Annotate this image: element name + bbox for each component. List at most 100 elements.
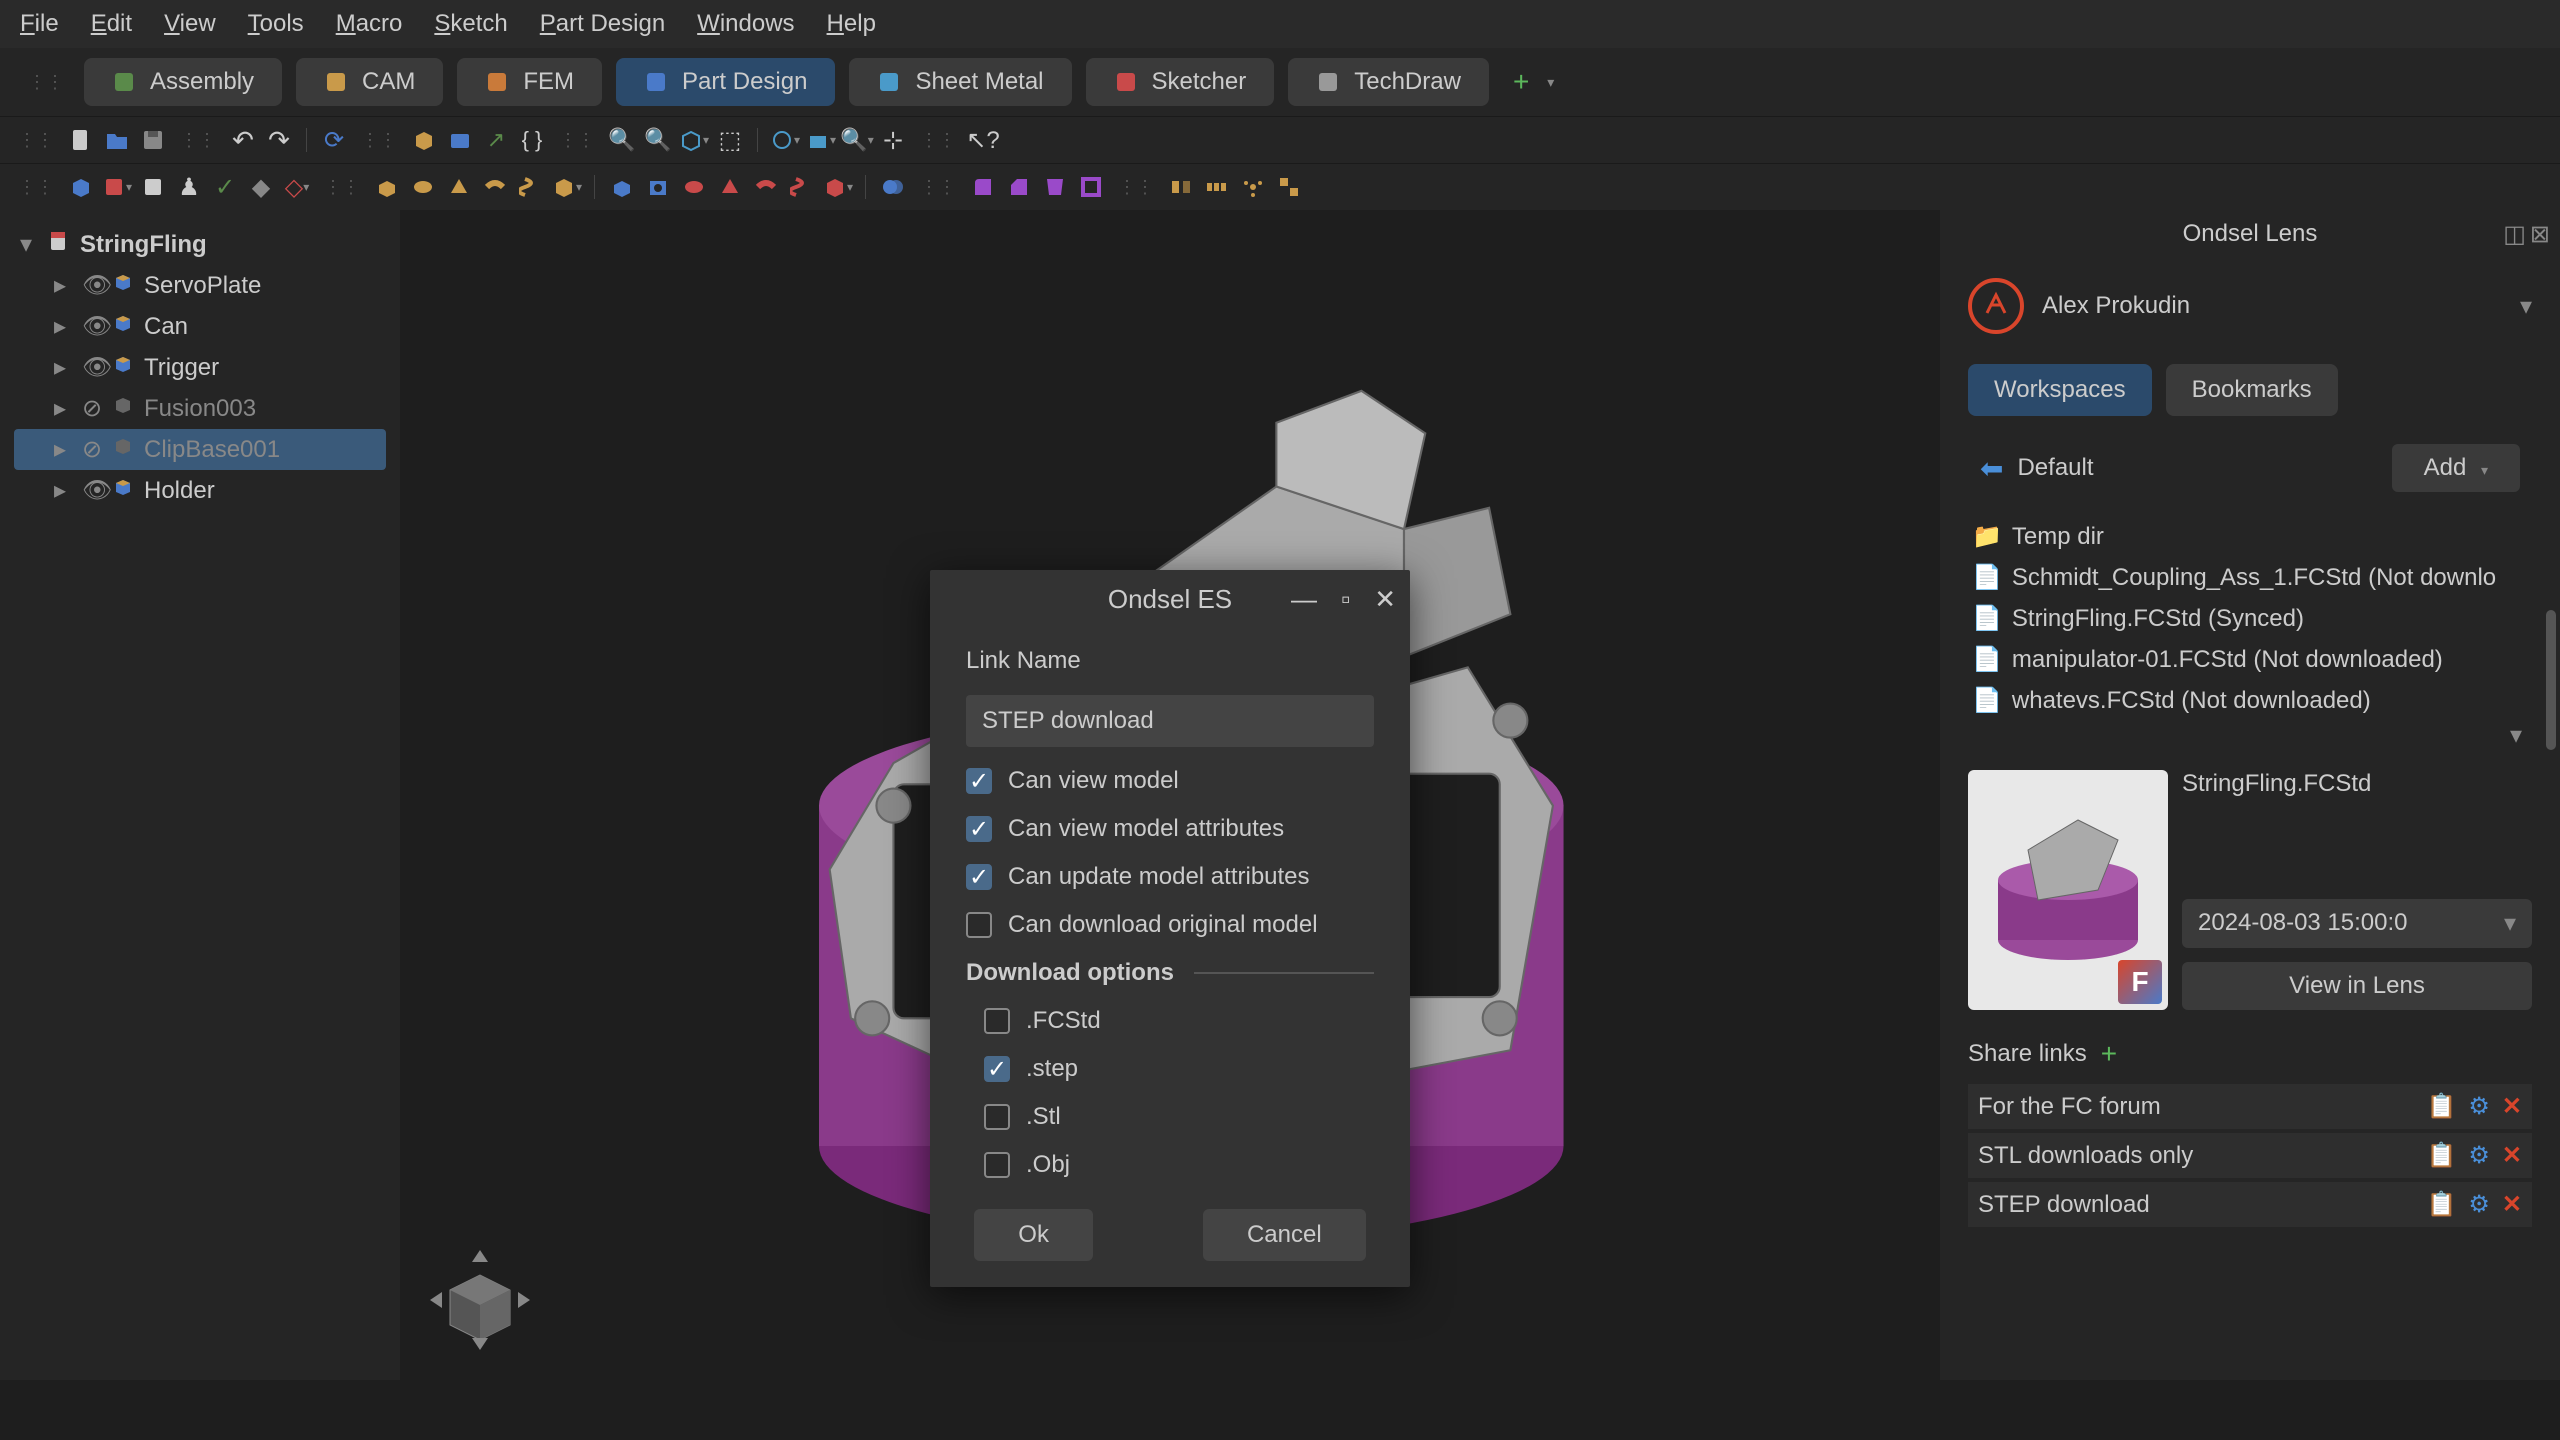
panel-undock-icon[interactable]: ◫	[2503, 220, 2526, 249]
menu-sketch[interactable]: Sketch	[434, 10, 507, 38]
varset-icon[interactable]: { }	[517, 125, 547, 155]
user-dropdown-icon[interactable]: ▾	[2520, 292, 2532, 321]
workbench-tab-sketcher[interactable]: Sketcher	[1086, 58, 1275, 106]
expand-icon[interactable]: ▸	[54, 312, 72, 341]
grip-icon[interactable]: ⋮⋮	[1112, 177, 1160, 198]
save-file-icon[interactable]	[138, 125, 168, 155]
hole-icon[interactable]	[643, 172, 673, 202]
menu-windows[interactable]: Windows	[697, 10, 794, 38]
workbench-tab-cam[interactable]: CAM	[296, 58, 443, 106]
create-body-icon[interactable]	[66, 172, 96, 202]
menu-macro[interactable]: Macro	[336, 10, 403, 38]
additive-primitive-icon[interactable]: ▾	[552, 172, 582, 202]
scrollbar[interactable]	[2546, 610, 2556, 750]
file-preview-thumbnail[interactable]: F	[1968, 770, 2168, 1010]
draw-style-icon[interactable]: ▾	[679, 125, 709, 155]
pipe-icon[interactable]	[480, 172, 510, 202]
workbench-tab-sheet-metal[interactable]: Sheet Metal	[849, 58, 1071, 106]
menu-help[interactable]: Help	[827, 10, 876, 38]
copy-link-icon[interactable]: 📋	[2426, 1092, 2456, 1121]
visibility-icon[interactable]: 👁	[82, 476, 102, 505]
sub-primitive-icon[interactable]: ▾	[823, 172, 853, 202]
add-share-link-button[interactable]: +	[2101, 1038, 2117, 1070]
box-icon[interactable]	[409, 125, 439, 155]
tree-item[interactable]: ▸ 👁 Trigger	[14, 347, 386, 388]
tree-root[interactable]: ▾ StringFling	[14, 224, 386, 265]
expand-more-icon[interactable]: ▾	[1968, 721, 2532, 750]
visibility-icon[interactable]: 👁	[82, 353, 102, 382]
open-file-icon[interactable]	[102, 125, 132, 155]
tree-item[interactable]: ▸ 👁 Holder	[14, 470, 386, 511]
validate-sketch-icon[interactable]: ♟	[174, 172, 204, 202]
add-button[interactable]: Add ▾	[2392, 444, 2520, 492]
sub-loft-icon[interactable]	[715, 172, 745, 202]
user-avatar[interactable]	[1968, 278, 2024, 334]
format-checkbox[interactable]	[984, 1152, 1010, 1178]
new-file-icon[interactable]	[66, 125, 96, 155]
measure-icon[interactable]: ▾	[770, 125, 800, 155]
permission-checkbox[interactable]	[966, 912, 992, 938]
menu-view[interactable]: View	[164, 10, 216, 38]
permission-checkbox[interactable]: ✓	[966, 768, 992, 794]
loft-icon[interactable]	[444, 172, 474, 202]
boolean-icon[interactable]	[878, 172, 908, 202]
groove-icon[interactable]	[679, 172, 709, 202]
workbench-dropdown-icon[interactable]: ▾	[1547, 74, 1554, 91]
permission-checkbox[interactable]: ✓	[966, 816, 992, 842]
refresh-icon[interactable]: ⟳	[319, 125, 349, 155]
minimize-icon[interactable]: —	[1291, 584, 1317, 615]
tab-workspaces[interactable]: Workspaces	[1968, 364, 2152, 416]
back-arrow-icon[interactable]: ⬅	[1980, 452, 2003, 485]
3d-viewport[interactable]: Ondsel ES — ▫ ✕ Link Name ✓Can view mode…	[400, 210, 1940, 1380]
zoom-select-icon[interactable]: 🔍	[643, 125, 673, 155]
copy-link-icon[interactable]: 📋	[2426, 1141, 2456, 1170]
tree-item[interactable]: ▸ 👁 ServoPlate	[14, 265, 386, 306]
pad-icon[interactable]	[372, 172, 402, 202]
expand-icon[interactable]: ▸	[54, 435, 72, 464]
sub-pipe-icon[interactable]	[751, 172, 781, 202]
expand-icon[interactable]: ▸	[54, 394, 72, 423]
edit-link-icon[interactable]: ⚙	[2468, 1092, 2490, 1121]
menu-part-design[interactable]: Part Design	[540, 10, 665, 38]
delete-link-icon[interactable]: ✕	[2502, 1092, 2522, 1121]
expand-icon[interactable]: ▸	[54, 476, 72, 505]
navigation-cube[interactable]	[420, 1240, 540, 1360]
menu-file[interactable]: File	[20, 10, 59, 38]
close-icon[interactable]: ✕	[1374, 584, 1396, 615]
edit-sketch-icon[interactable]	[138, 172, 168, 202]
create-sketch-icon[interactable]: ▾	[102, 172, 132, 202]
appearance-icon[interactable]: ▾	[806, 125, 836, 155]
bounding-box-icon[interactable]: ⬚	[715, 125, 745, 155]
format-checkbox[interactable]: ✓	[984, 1056, 1010, 1082]
zoom-tool-icon[interactable]: 🔍▾	[842, 125, 872, 155]
delete-link-icon[interactable]: ✕	[2502, 1190, 2522, 1219]
whats-this-icon[interactable]: ↖?	[968, 125, 998, 155]
ok-button[interactable]: Ok	[974, 1209, 1093, 1261]
pocket-icon[interactable]	[607, 172, 637, 202]
version-dropdown[interactable]: 2024-08-03 15:00:0 ▾	[2182, 899, 2532, 948]
dialog-titlebar[interactable]: Ondsel ES — ▫ ✕	[930, 570, 1410, 629]
link-name-input[interactable]	[966, 695, 1374, 747]
expand-icon[interactable]: ▸	[54, 353, 72, 382]
redo-icon[interactable]: ↷	[264, 125, 294, 155]
grip-icon[interactable]: ⋮⋮	[22, 72, 70, 93]
edit-link-icon[interactable]: ⚙	[2468, 1141, 2490, 1170]
linear-pattern-icon[interactable]	[1202, 172, 1232, 202]
file-row[interactable]: 📄whatevs.FCStd (Not downloaded)	[1968, 680, 2532, 721]
copy-link-icon[interactable]: 📋	[2426, 1190, 2456, 1219]
edit-link-icon[interactable]: ⚙	[2468, 1190, 2490, 1219]
chamfer-icon[interactable]	[1004, 172, 1034, 202]
file-row[interactable]: 📄StringFling.FCStd (Synced)	[1968, 598, 2532, 639]
add-workbench-button[interactable]: +	[1503, 66, 1539, 98]
undo-icon[interactable]: ↶	[228, 125, 258, 155]
menu-edit[interactable]: Edit	[91, 10, 132, 38]
expand-icon[interactable]: ▸	[54, 271, 72, 300]
format-checkbox[interactable]	[984, 1008, 1010, 1034]
cancel-button[interactable]: Cancel	[1203, 1209, 1366, 1261]
permission-checkbox[interactable]: ✓	[966, 864, 992, 890]
visibility-icon[interactable]: 👁	[82, 312, 102, 341]
check-geometry-icon[interactable]: ✓	[210, 172, 240, 202]
format-checkbox[interactable]	[984, 1104, 1010, 1130]
grip-icon[interactable]: ⋮⋮	[355, 130, 403, 151]
tree-item[interactable]: ▸ ⊘ Fusion003	[14, 388, 386, 429]
